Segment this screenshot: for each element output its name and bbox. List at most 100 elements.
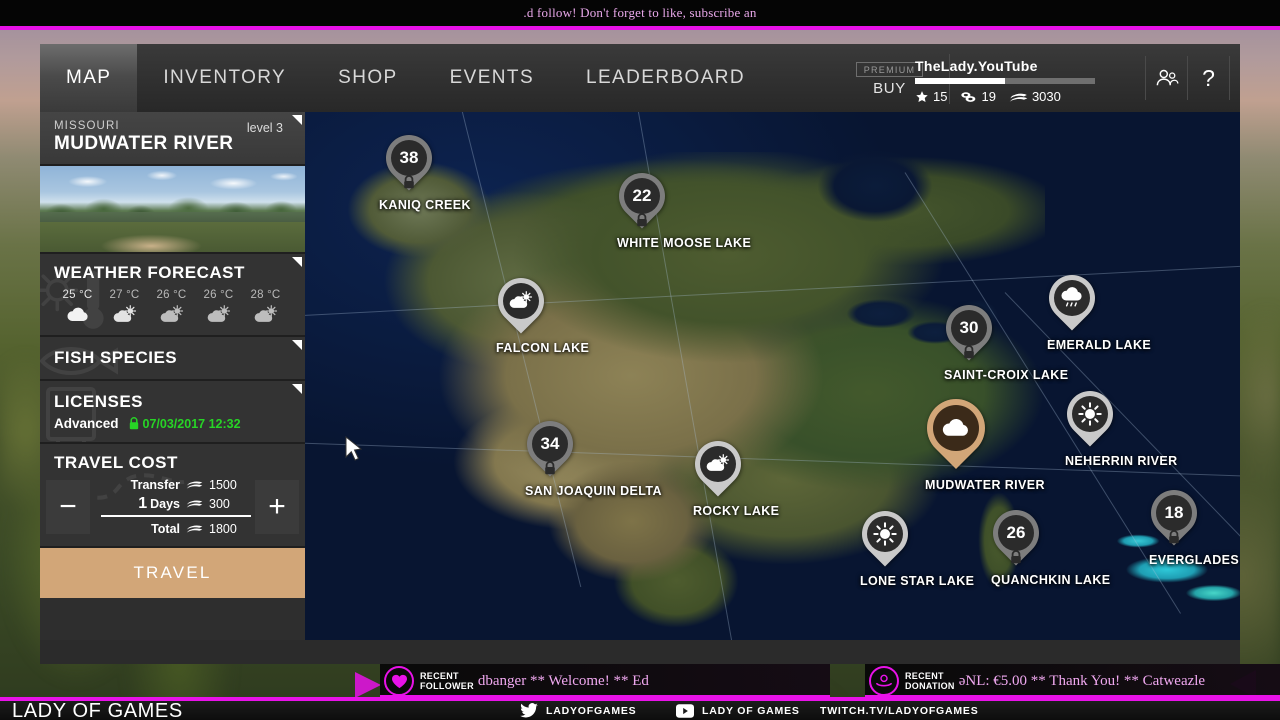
pin-label: KANIQ CREEK — [379, 198, 471, 212]
travel-cost-table: Transfer 1500 1 Days 300 Total 1800 — [90, 475, 255, 538]
pin-body — [488, 268, 554, 340]
youtube-icon — [676, 703, 694, 718]
map-pin-kaniq-creek[interactable]: 38 KANIQ CREEK — [376, 125, 471, 212]
rain-icon — [1061, 287, 1082, 307]
tab-leaderboard[interactable]: LEADERBOARD — [560, 44, 771, 112]
tab-map-label: MAP — [66, 67, 112, 88]
pin-disc — [700, 446, 736, 482]
world-map[interactable]: 38 KANIQ CREEK 22 WHITE MOOSE LAKE FALCON LA… — [305, 112, 1240, 640]
sun-icon — [1078, 402, 1102, 426]
great-lakes — [825, 272, 1025, 382]
premium-buy-button[interactable]: BUY — [873, 80, 906, 97]
follower-caption: RECENT FOLLOWER — [420, 671, 474, 691]
stat-star-value: 15 — [933, 89, 948, 104]
xp-progress-fill — [915, 78, 1005, 84]
tab-events[interactable]: EVENTS — [424, 44, 560, 112]
travel-button[interactable]: TRAVEL — [40, 548, 305, 598]
money-icon — [186, 525, 203, 533]
map-pin-quanchkin-lake[interactable]: 26 QUANCHKIN LAKE — [983, 500, 1110, 587]
map-pin-neherrin-river[interactable]: NEHERRIN RIVER — [1057, 381, 1177, 468]
pin-body: 38 — [376, 125, 442, 197]
cost-row-transfer: Transfer 1500 — [94, 475, 251, 494]
donation-caption-line1: RECENT — [905, 671, 944, 681]
map-pin-white-moose-lake[interactable]: 22 WHITE MOOSE LAKE — [609, 163, 751, 250]
cost-transfer-value: 1500 — [209, 477, 237, 492]
tab-map[interactable]: MAP — [40, 44, 138, 112]
license-type: Advanced — [54, 416, 119, 431]
pin-disc: 30 — [951, 310, 987, 346]
weather-forecast-panel: WEATHER FORECAST 25 °C 27 °C 26 °C 26 °C 28 … — [40, 254, 305, 337]
cloud-sun-icon — [207, 305, 230, 323]
settings-button[interactable] — [1229, 56, 1240, 100]
location-name: MUDWATER RIVER — [54, 133, 234, 154]
tab-inventory[interactable]: INVENTORY — [137, 44, 312, 112]
map-pin-emerald-lake[interactable]: EMERALD LAKE — [1039, 265, 1151, 352]
tab-shop[interactable]: SHOP — [312, 44, 423, 112]
map-pin-mudwater-river[interactable]: MUDWATER RIVER — [914, 386, 1045, 492]
pin-label: FALCON LAKE — [496, 341, 590, 355]
map-pin-saint-croix-lake[interactable]: 30 SAINT-CROIX LAKE — [936, 295, 1068, 382]
cost-row-days: 1 Days 300 — [94, 494, 251, 513]
pin-label: QUANCHKIN LAKE — [991, 573, 1110, 587]
stream-brand: LADY OF GAMES — [12, 700, 183, 720]
pin-label: SAINT-CROIX LAKE — [944, 368, 1068, 382]
weather-collapse-toggle[interactable] — [292, 257, 302, 267]
donation-message: ǝNL: €5.00 ** Thank You! ** Catweazle — [958, 672, 1206, 689]
donation-ticker-rule — [865, 695, 1280, 698]
lock-icon — [402, 175, 416, 189]
player-name: TheLady.YouTube — [915, 58, 1038, 74]
friends-button[interactable] — [1145, 56, 1187, 100]
increase-days-button[interactable]: + — [255, 479, 299, 534]
social-twitter[interactable]: LADYOFGAMES — [520, 703, 636, 718]
tab-inventory-label: INVENTORY — [163, 67, 287, 88]
map-pin-everglades[interactable]: 18 EVERGLADES — [1141, 480, 1239, 567]
left-sidebar: MISSOURI level 3 MUDWATER RIVER WEATHER … — [40, 112, 305, 640]
pin-body — [1039, 265, 1105, 337]
stream-top-marquee: .d follow! Don't forget to like, subscri… — [0, 0, 1280, 26]
pin-disc — [503, 283, 539, 319]
pin-body — [1057, 381, 1123, 453]
tab-leaderboard-label: LEADERBOARD — [586, 67, 746, 88]
licenses-collapse-toggle[interactable] — [292, 384, 302, 394]
donation-badge — [869, 666, 899, 696]
pin-disc: 34 — [532, 426, 568, 462]
pin-disc: 26 — [998, 515, 1034, 551]
decrease-days-button[interactable]: − — [46, 479, 90, 534]
fish-species-panel[interactable]: FISH SPECIES — [40, 337, 305, 381]
lock-icon — [962, 345, 976, 359]
stat-star: 15 — [915, 89, 947, 104]
coins-icon — [961, 91, 976, 102]
hudson-bay — [775, 132, 975, 252]
pin-label: ROCKY LAKE — [693, 504, 780, 518]
lock-icon — [1167, 530, 1181, 544]
social-youtube[interactable]: LADY OF GAMES — [676, 703, 800, 718]
hand-coin-icon — [876, 674, 892, 687]
xp-progress-bar — [915, 78, 1095, 84]
pin-disc — [933, 405, 979, 451]
cost-divider — [101, 515, 251, 517]
map-pin-falcon-lake[interactable]: FALCON LAKE — [488, 268, 590, 355]
location-collapse-toggle[interactable] — [292, 115, 302, 125]
money-icon — [186, 500, 203, 508]
map-pin-san-joaquin-delta[interactable]: 34 SAN JOAQUIN DELTA — [517, 411, 662, 498]
social-twitch[interactable]: TWITCH.TV/LADYOFGAMES — [820, 705, 979, 717]
stat-money: 3030 — [1009, 89, 1061, 104]
help-button[interactable]: ? — [1187, 56, 1229, 100]
map-pin-rocky-lake[interactable]: ROCKY LAKE — [685, 431, 780, 518]
cloud-sun-icon — [160, 305, 183, 323]
nav-tabs: MAP INVENTORY SHOP EVENTS LEADERBOARD — [40, 44, 771, 112]
travel-cost-panel: TRAVEL COST − Transfer 1500 1 Days 300 T… — [40, 444, 305, 548]
header-icon-group: ? — [1145, 56, 1240, 100]
ticker-arrow-left — [355, 672, 381, 698]
pin-disc: 18 — [1156, 495, 1192, 531]
fish-species-collapse-toggle[interactable] — [292, 340, 302, 350]
star-icon — [916, 90, 928, 102]
cloud-sun-icon — [706, 454, 730, 472]
tab-shop-label: SHOP — [338, 67, 398, 88]
weather-day-icon-wrap — [242, 303, 289, 327]
map-pin-lone-star-lake[interactable]: LONE STAR LAKE — [852, 501, 974, 588]
licenses-panel: LICENSES Advanced 07/03/2017 12:32 — [40, 381, 305, 444]
follower-caption-line2: FOLLOWER — [420, 681, 474, 691]
pin-body: 18 — [1141, 480, 1207, 552]
location-preview-image — [40, 166, 305, 254]
